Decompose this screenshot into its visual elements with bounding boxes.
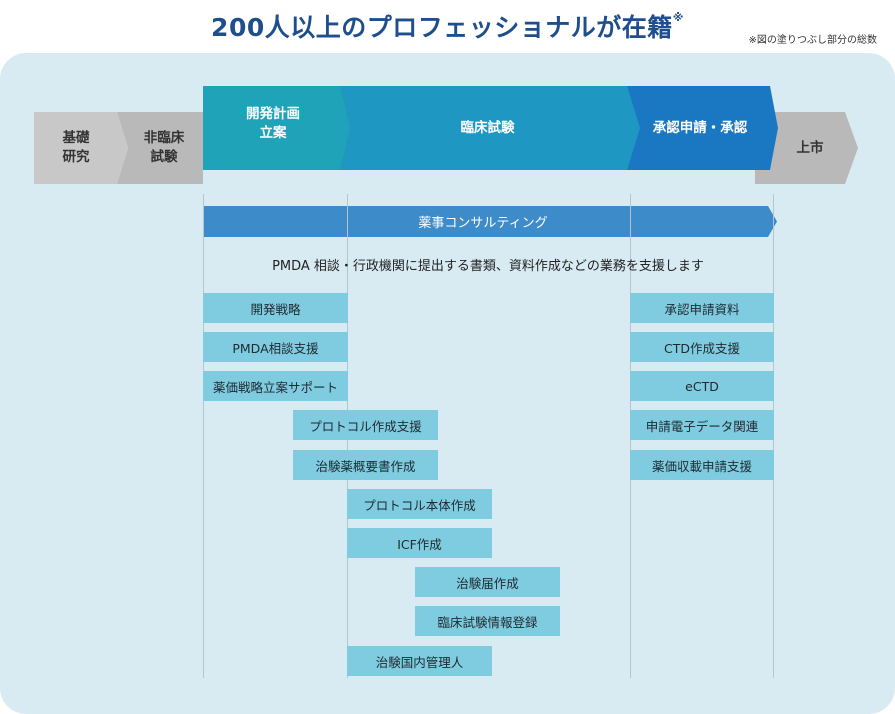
stage-label-clinical-trial: 臨床試験 <box>460 119 515 136</box>
service-ctd: CTD作成支援 <box>630 332 774 362</box>
stage-label-development-plan: 開発計画 立案 <box>246 106 300 141</box>
stage-label-basic-research: 基礎 研究 <box>62 130 90 165</box>
service-ectd: eCTD <box>630 371 774 401</box>
service-trial-registration: 臨床試験情報登録 <box>415 606 560 636</box>
service-drug-price-strategy: 薬価戦略立案サポート <box>203 371 348 401</box>
service-electronic-data: 申請電子データ関連 <box>630 410 774 440</box>
consulting-label: 薬事コンサルティング <box>418 216 548 231</box>
service-ctn: 治験届作成 <box>415 567 560 597</box>
service-pmda-consultation: PMDA相談支援 <box>203 332 348 362</box>
service-protocol-support: プロトコル作成支援 <box>293 410 438 440</box>
service-icc: 治験国内管理人 <box>347 646 492 676</box>
service-approval-docs: 承認申請資料 <box>630 293 774 323</box>
stage-label-market: 上市 <box>796 139 824 156</box>
service-price-listing: 薬価収載申請支援 <box>630 450 774 480</box>
service-investigator-brochure: 治験薬概要書作成 <box>293 450 438 480</box>
consulting-description: PMDA 相談・行政機関に提出する書類、資料作成などの業務を支援します <box>272 259 704 274</box>
service-development-strategy: 開発戦略 <box>203 293 348 323</box>
stage-label-nonclinical: 非臨床 試験 <box>143 130 185 165</box>
service-icf: ICF作成 <box>347 528 492 558</box>
service-protocol-writing: プロトコル本体作成 <box>347 489 492 519</box>
stage-label-approval: 承認申請・承認 <box>652 119 748 136</box>
